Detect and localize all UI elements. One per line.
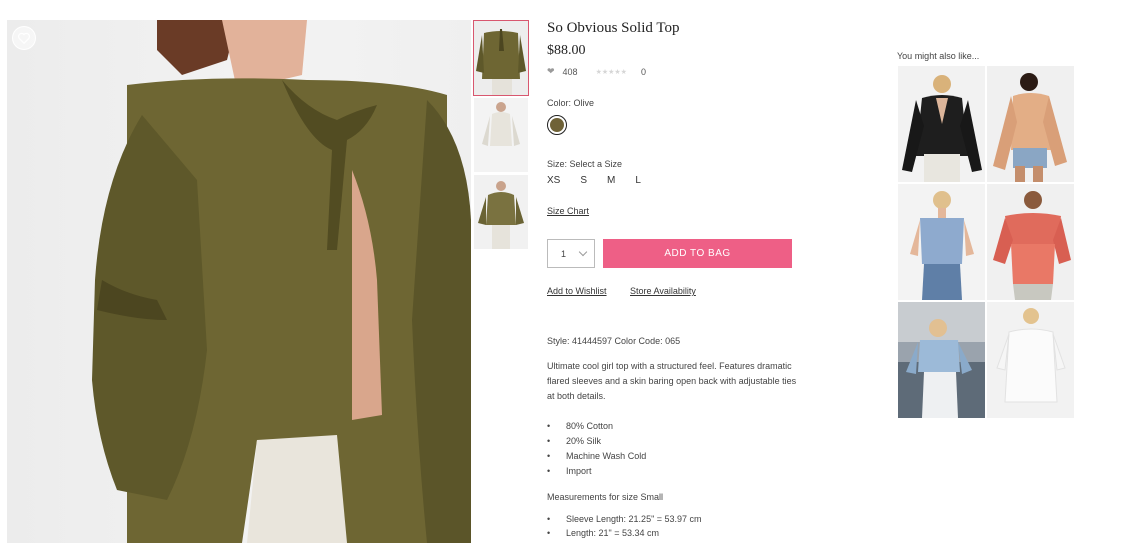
size-option-s[interactable]: S	[580, 175, 587, 186]
list-item: 80% Cotton	[547, 419, 646, 434]
favorites-count: 408	[562, 66, 578, 77]
favorite-button[interactable]	[12, 26, 36, 50]
product-price: $88.00	[547, 43, 586, 58]
recommendation-item[interactable]	[987, 66, 1074, 182]
thumbnail-side-view[interactable]	[474, 175, 528, 249]
recommendation-item[interactable]	[987, 184, 1074, 300]
star-rating[interactable]: ★★★★★	[596, 68, 627, 76]
thumbnail-front-view[interactable]	[474, 98, 528, 172]
heart-icon: ❤	[547, 66, 555, 76]
recommendation-item[interactable]	[898, 302, 985, 418]
product-description: Ultimate cool girl top with a structured…	[547, 361, 797, 401]
size-option-xs[interactable]: XS	[547, 175, 560, 186]
list-item: Import	[547, 464, 646, 479]
size-option-l[interactable]: L	[635, 175, 641, 186]
review-count: 0	[640, 66, 646, 77]
list-item: Machine Wash Cold	[547, 449, 646, 464]
chevron-down-icon	[578, 247, 588, 257]
recommendation-item[interactable]	[898, 184, 985, 300]
model-back-illustration	[92, 20, 471, 543]
thumbnail-image	[474, 21, 528, 95]
recommendation-image	[898, 184, 985, 300]
product-title: So Obvious Solid Top	[547, 20, 680, 36]
size-options: XS S M L	[547, 175, 661, 186]
add-to-bag-button[interactable]: ADD TO BAG	[603, 239, 792, 268]
feature-list: 80% Cotton 20% Silk Machine Wash Cold Im…	[547, 419, 646, 479]
style-code: Style: 41444597 Color Code: 065	[547, 336, 681, 346]
heart-outline-icon	[18, 32, 30, 45]
main-product-image[interactable]	[7, 20, 471, 543]
recommendations-title: You might also like...	[897, 51, 980, 61]
recommendation-image	[987, 66, 1074, 182]
list-item: 20% Silk	[547, 434, 646, 449]
recommendation-image	[898, 66, 985, 182]
thumbnail-back-view[interactable]	[473, 20, 529, 96]
store-availability-link[interactable]: Store Availability	[630, 286, 696, 296]
size-chart-link[interactable]: Size Chart	[547, 206, 589, 216]
measurements-list: Sleeve Length: 21.25" = 53.97 cm Length:…	[547, 512, 702, 540]
product-meta: ❤ 408 ★★★★★ 0	[547, 66, 646, 77]
quantity-select[interactable]: 1	[547, 239, 595, 268]
thumbnail-image	[474, 98, 528, 172]
recommendation-item[interactable]	[898, 66, 985, 182]
recommendation-image	[987, 184, 1074, 300]
add-to-wishlist-link[interactable]: Add to Wishlist	[547, 286, 607, 296]
swatch-fill	[550, 118, 564, 132]
list-item: Sleeve Length: 21.25" = 53.97 cm	[547, 512, 702, 526]
color-label: Color: Olive	[547, 98, 595, 108]
thumbnail-image	[474, 175, 528, 249]
color-swatch-olive[interactable]	[547, 115, 567, 135]
list-item: Length: 21" = 53.34 cm	[547, 526, 702, 540]
measurements-label: Measurements for size Small	[547, 492, 664, 502]
recommendation-image	[898, 302, 985, 418]
quantity-value: 1	[561, 248, 567, 259]
size-option-m[interactable]: M	[607, 175, 615, 186]
size-label: Size: Select a Size	[547, 159, 623, 169]
recommendation-item[interactable]	[987, 302, 1074, 418]
recommendation-image	[987, 302, 1074, 418]
